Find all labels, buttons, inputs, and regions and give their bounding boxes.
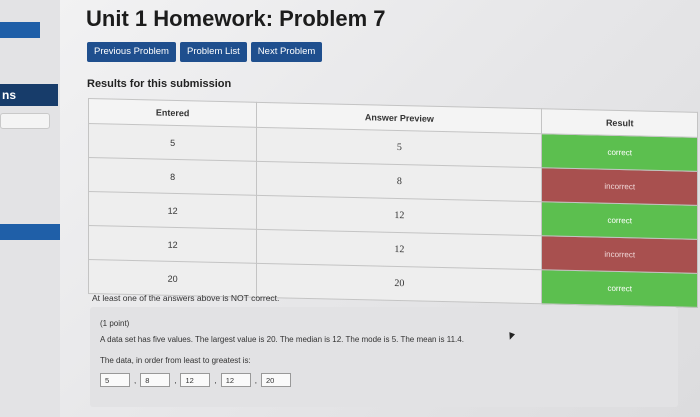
sidebar-link-bottom[interactable]	[0, 224, 60, 240]
next-problem-button[interactable]: Next Problem	[250, 42, 323, 62]
problem-box: (1 point) A data set has five values. Th…	[90, 307, 678, 407]
sidebar-nav-header[interactable]: ns	[0, 84, 58, 106]
entered-cell: 20	[88, 259, 257, 298]
answer-separator: ,	[174, 375, 177, 385]
results-heading: Results for this submission	[87, 78, 232, 90]
screen: ns Unit 1 Homework: Problem 7 Previous P…	[0, 0, 700, 417]
entered-cell: 12	[88, 225, 257, 264]
page-title: Unit 1 Homework: Problem 7	[86, 6, 386, 31]
column-header-result: Result	[541, 108, 698, 138]
problem-instruction: The data, in order from least to greates…	[100, 356, 251, 365]
answer-separator: ,	[134, 375, 137, 385]
preview-cell: 20	[256, 263, 542, 304]
entered-cell: 8	[88, 157, 257, 196]
problem-toolbar: Previous Problem Problem List Next Probl…	[87, 42, 326, 62]
sidebar: ns	[0, 0, 60, 417]
answer-input-3[interactable]: 12	[180, 373, 211, 387]
answer-separator: ,	[214, 375, 217, 385]
previous-problem-button[interactable]: Previous Problem	[87, 42, 176, 62]
result-cell-correct: correct	[541, 269, 698, 308]
answer-input-1[interactable]: 5	[100, 373, 130, 387]
problem-list-button[interactable]: Problem List	[179, 42, 247, 62]
sidebar-link-top[interactable]	[0, 22, 40, 38]
entered-cell: 5	[88, 123, 257, 162]
result-cell-correct: correct	[541, 133, 698, 172]
problem-statement: A data set has five values. The largest …	[100, 335, 464, 344]
sidebar-input[interactable]	[0, 113, 50, 129]
results-note: At least one of the answers above is NOT…	[92, 293, 280, 303]
problem-points: (1 point)	[100, 319, 130, 328]
result-cell-correct: correct	[541, 201, 698, 240]
result-cell-incorrect: incorrect	[541, 167, 698, 206]
answer-separator: ,	[254, 375, 257, 385]
answer-input-4[interactable]: 12	[220, 373, 251, 387]
answer-input-2[interactable]: 8	[140, 373, 171, 387]
answer-inputs: 5 , 8 , 12 , 12 , 20	[100, 373, 291, 387]
column-header-entered: Entered	[88, 98, 257, 128]
entered-cell: 12	[88, 191, 257, 230]
answer-input-5[interactable]: 20	[260, 373, 291, 387]
result-cell-incorrect: incorrect	[541, 235, 698, 274]
results-table: Entered Answer Preview Result 5 5 correc…	[88, 98, 698, 308]
